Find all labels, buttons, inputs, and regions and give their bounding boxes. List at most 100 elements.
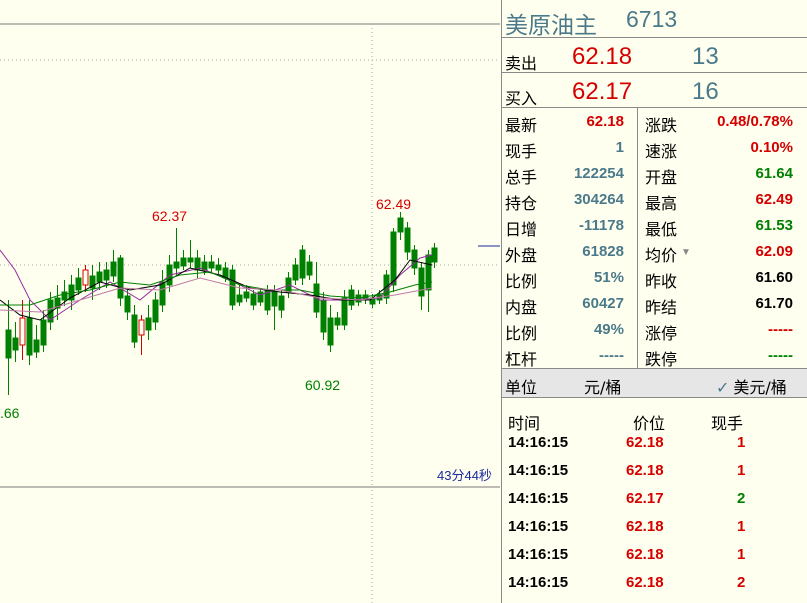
candle-body bbox=[257, 291, 264, 303]
stat-value: 122254 bbox=[573, 165, 624, 182]
stat-value: 62.09 bbox=[755, 243, 793, 260]
stat-value: 1 bbox=[615, 139, 624, 156]
candle-body bbox=[117, 257, 124, 299]
col-header-time: 时间 bbox=[508, 414, 541, 433]
stat-value: -11178 bbox=[578, 217, 624, 234]
unit-option-usd[interactable]: ✓ 美元/桶 bbox=[716, 374, 787, 398]
unit-label: 单位 bbox=[505, 378, 538, 397]
unit-option-cny[interactable]: 元/桶 bbox=[584, 374, 621, 398]
trade-time: 14:16:15 bbox=[508, 434, 569, 451]
candle-body bbox=[33, 339, 40, 353]
trade-time: 14:16:15 bbox=[508, 574, 569, 591]
candle-body bbox=[159, 281, 166, 306]
buy-quote-row: 买入 62.17 16 bbox=[502, 73, 807, 108]
candle-body bbox=[320, 299, 327, 333]
sell-price: 62.18 bbox=[572, 43, 633, 70]
trade-price: 62.18 bbox=[626, 518, 664, 535]
candlestick-chart[interactable]: 62.37 62.49 60.92 .66 bbox=[0, 0, 500, 603]
candle-body bbox=[250, 293, 257, 306]
stat-value: 61.64 bbox=[755, 165, 793, 182]
trade-qty: 1 bbox=[737, 546, 746, 563]
candle-body bbox=[208, 261, 215, 269]
stat-value: ----- bbox=[768, 321, 793, 338]
candle-body bbox=[431, 247, 438, 263]
trade-row: 14:16:15 62.18 1 bbox=[502, 434, 802, 462]
sell-volume: 13 bbox=[692, 43, 719, 70]
candle-body bbox=[187, 257, 194, 263]
candle-body bbox=[75, 277, 82, 291]
sell-quote-row: 卖出 62.18 13 bbox=[502, 38, 807, 73]
trade-time: 14:16:15 bbox=[508, 462, 569, 479]
buy-label: 买入 bbox=[505, 89, 538, 108]
high-price-label: 62.37 bbox=[152, 208, 187, 224]
candle-body bbox=[61, 291, 68, 301]
sell-label: 卖出 bbox=[505, 54, 538, 73]
candle-body bbox=[271, 291, 278, 307]
candle-body bbox=[236, 294, 243, 303]
candle-body bbox=[19, 317, 26, 346]
kline-chart[interactable]: 62.37 62.49 60.92 .66 43分44秒 bbox=[0, 0, 500, 603]
candle-body bbox=[229, 269, 236, 306]
trade-price: 62.18 bbox=[626, 574, 664, 591]
trade-price: 62.18 bbox=[626, 434, 664, 451]
col-header-price: 价位 bbox=[633, 414, 666, 433]
trade-time: 14:16:15 bbox=[508, 490, 569, 507]
candle-body bbox=[96, 271, 103, 283]
candle-body bbox=[243, 291, 250, 299]
quote-panel: 美原油主 6713 卖出 62.18 13 买入 62.17 16 最新 62.1… bbox=[501, 0, 807, 603]
candle-body bbox=[110, 261, 117, 277]
instrument-name: 美原油主 bbox=[505, 13, 597, 39]
candle-body bbox=[418, 267, 425, 297]
stat-value: 61828 bbox=[582, 243, 624, 260]
stat-value: 61.53 bbox=[755, 217, 793, 234]
trade-row: 14:16:15 62.17 2 bbox=[502, 490, 802, 518]
low-price-label: 60.92 bbox=[305, 377, 340, 393]
candle-body bbox=[327, 317, 334, 346]
candle-body bbox=[306, 261, 313, 276]
candle-body bbox=[145, 317, 152, 331]
low-price-label: .66 bbox=[0, 405, 20, 421]
trade-row: 14:16:15 62.18 1 bbox=[502, 518, 802, 546]
candle-body bbox=[411, 249, 418, 269]
trade-row: 14:16:15 62.18 1 bbox=[502, 546, 802, 574]
stats-divider bbox=[637, 108, 638, 368]
candle-body bbox=[26, 317, 33, 356]
candle-body bbox=[173, 261, 180, 269]
trade-time: 14:16:15 bbox=[508, 518, 569, 535]
stat-value: 61.60 bbox=[755, 269, 793, 286]
candle-body bbox=[425, 254, 432, 291]
trade-price: 62.18 bbox=[626, 462, 664, 479]
stat-value: 304264 bbox=[573, 191, 624, 208]
stat-value: 0.10% bbox=[750, 139, 793, 156]
stat-value: 49% bbox=[593, 321, 624, 338]
instrument-code: 6713 bbox=[626, 6, 678, 32]
candle-body bbox=[124, 295, 131, 313]
trade-qty: 1 bbox=[737, 462, 746, 479]
candle-body bbox=[215, 264, 222, 271]
trade-qty: 2 bbox=[737, 574, 746, 591]
candle-body bbox=[292, 264, 299, 281]
candle-body bbox=[278, 295, 285, 311]
candle-body bbox=[334, 317, 341, 326]
candle-body bbox=[397, 217, 404, 233]
candle-body bbox=[5, 329, 12, 359]
col-header-qty: 现手 bbox=[711, 414, 744, 433]
buy-price: 62.17 bbox=[572, 78, 633, 105]
candle-body bbox=[341, 297, 348, 326]
unit-bar: 单位 元/桶 ✓ 美元/桶 bbox=[502, 369, 807, 398]
candle-body bbox=[404, 227, 411, 253]
instrument-header: 美原油主 6713 bbox=[502, 0, 807, 39]
trade-price: 62.17 bbox=[626, 490, 664, 507]
high-price-label: 62.49 bbox=[376, 196, 411, 212]
stat-value: 60427 bbox=[582, 295, 624, 312]
stat-value: 62.49 bbox=[755, 191, 793, 208]
candle-body bbox=[12, 337, 19, 351]
candle-body bbox=[131, 314, 138, 343]
candle-body bbox=[180, 257, 187, 267]
trade-row: 14:16:15 62.18 2 bbox=[502, 574, 802, 602]
stat-value: 0.48/0.78% bbox=[717, 113, 793, 130]
candle-body bbox=[103, 269, 110, 281]
trade-time: 14:16:15 bbox=[508, 546, 569, 563]
candle-body bbox=[355, 294, 362, 303]
candle-body bbox=[138, 319, 145, 336]
